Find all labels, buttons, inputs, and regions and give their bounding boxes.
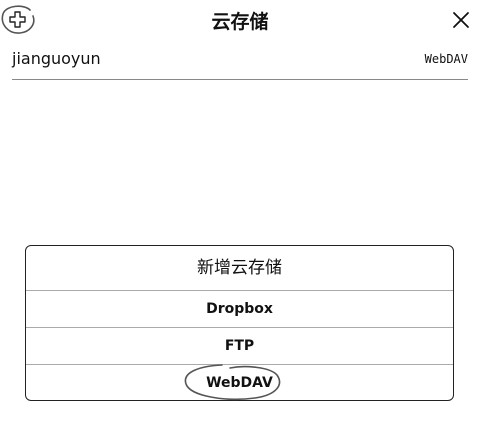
dialog-title: 新增云存储 <box>197 258 282 278</box>
option-ftp[interactable]: FTP <box>26 327 453 365</box>
option-dropbox[interactable]: Dropbox <box>26 290 453 328</box>
account-row-jianguoyun[interactable]: jianguoyun WebDAV <box>12 47 468 80</box>
header-bar: 云存储 <box>0 0 480 40</box>
account-name: jianguoyun <box>12 49 101 68</box>
option-webdav[interactable]: WebDAV <box>26 364 453 401</box>
account-type: WebDAV <box>424 52 468 66</box>
page-title: 云存储 <box>211 11 269 33</box>
close-button[interactable] <box>451 10 471 30</box>
close-icon <box>453 12 469 28</box>
cloud-storage-page: 云存储 jianguoyun WebDAV 新增云存储 Dropbox FTP … <box>0 0 480 423</box>
add-storage-dialog: 新增云存储 Dropbox FTP WebDAV <box>25 245 454 401</box>
